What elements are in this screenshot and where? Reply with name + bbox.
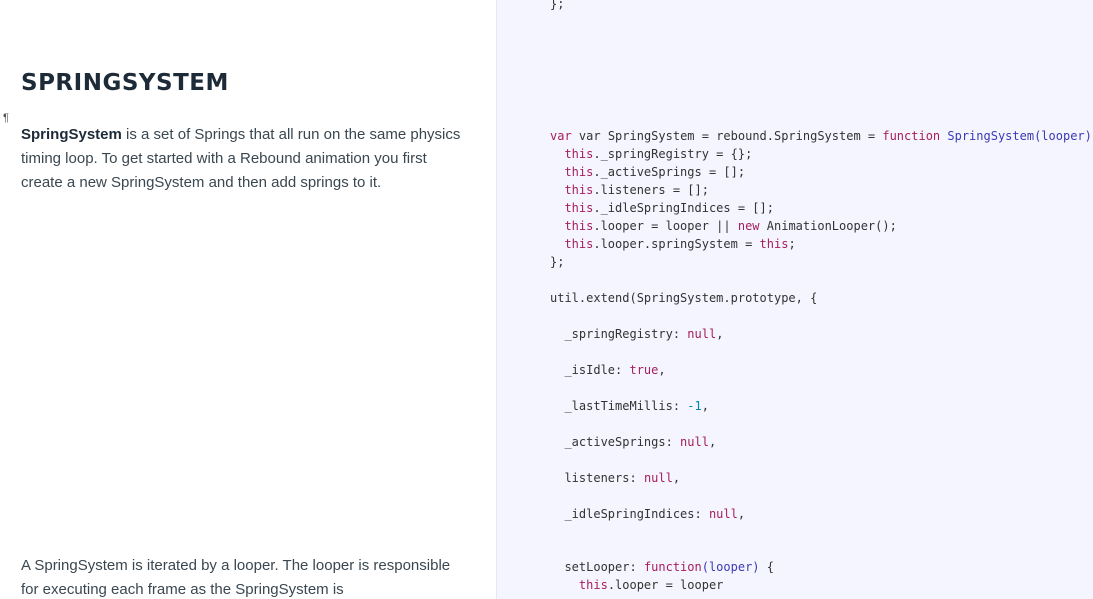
section-anchor-link[interactable]: ¶ (3, 112, 9, 124)
springsystem-term: SpringSystem (21, 126, 122, 143)
code-line: }; (550, 255, 565, 269)
code-line: _lastTimeMillis: -1, (564, 399, 709, 413)
code-line: _isIdle: true, (564, 363, 666, 377)
code-line: this.looper.springSystem = this; (564, 237, 796, 251)
documentation-page: SPRINGSYSTEM ¶ SpringSystem is a set of … (0, 0, 1093, 599)
code-line: this.listeners = []; (564, 183, 709, 197)
code-line: _idleSpringIndices: null, (564, 507, 746, 521)
code-line: var var SpringSystem = rebound.SpringSys… (550, 129, 1092, 143)
code-line: setLooper: function(looper) { (564, 560, 774, 574)
code-line: this._springRegistry = {}; (564, 147, 753, 161)
code-line: _springRegistry: null, (564, 327, 724, 341)
code-line: util.extend(SpringSystem.prototype, { (550, 291, 818, 305)
code-line: this.looper = looper (578, 578, 724, 592)
code-pane: }; var var SpringSystem = rebound.Spring… (496, 0, 1093, 599)
code-line: _activeSprings: null, (564, 435, 717, 449)
docs-column: SPRINGSYSTEM ¶ SpringSystem is a set of … (0, 0, 496, 599)
looper-description: A SpringSystem is iterated by a looper. … (21, 557, 451, 598)
code-line: this.looper = looper || new AnimationLoo… (564, 219, 897, 233)
code-line: this._idleSpringIndices = []; (564, 201, 774, 215)
code-line: }; (550, 0, 565, 11)
code-line: listeners: null, (564, 471, 681, 485)
springsystem-description: SpringSystem is a set of Springs that al… (21, 123, 471, 195)
section-title: SPRINGSYSTEM (21, 70, 229, 96)
code-line: this._activeSprings = []; (564, 165, 746, 179)
